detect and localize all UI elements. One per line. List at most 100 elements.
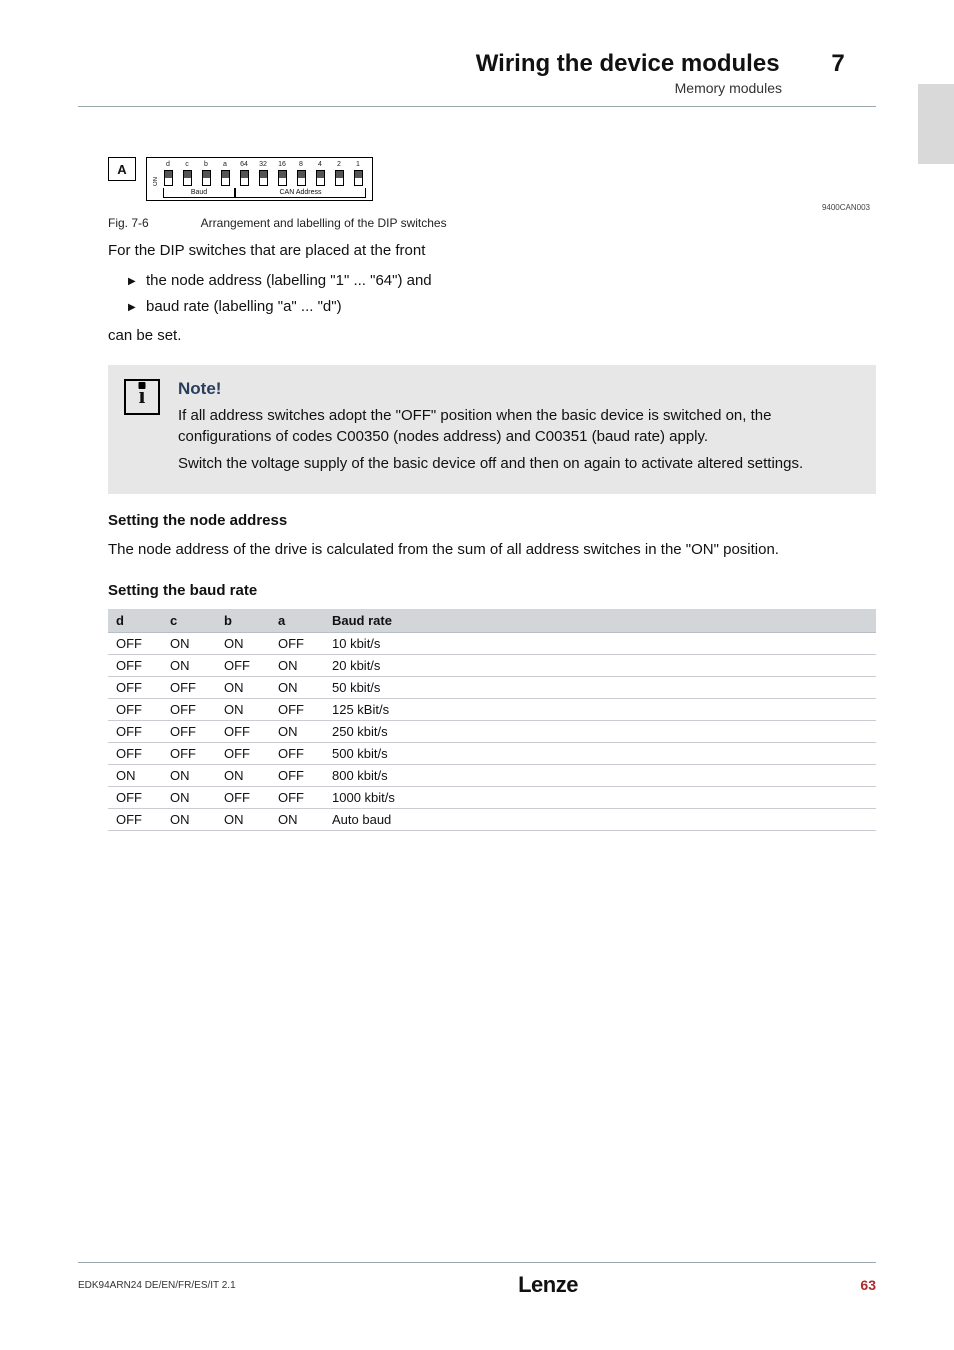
cell-a: ON [270, 809, 324, 831]
dip-switch-label: 1 [356, 161, 360, 170]
dip-switch-label: a [223, 161, 227, 170]
page-header: Wiring the device modules 7 Memory modul… [78, 0, 876, 96]
cell-d: OFF [108, 677, 162, 699]
cell-d: OFF [108, 633, 162, 655]
table-row: OFFOFFOFFOFF500 kbit/s [108, 743, 876, 765]
cell-rate: 50 kbit/s [324, 677, 876, 699]
figure-caption: Fig. 7-6 Arrangement and labelling of th… [108, 216, 876, 230]
dip-switch: 4 [313, 161, 327, 186]
dip-switch-diagram: ON d c b a 64 32 168 4 2 1 Baud CAN Address [146, 157, 373, 201]
dip-switch: 8 [294, 161, 308, 186]
cell-a: OFF [270, 633, 324, 655]
dip-switch-label: 4 [318, 161, 322, 170]
table-row: OFFONOFFON20 kbit/s [108, 655, 876, 677]
dip-figure: A ON d c b a 64 32 168 4 2 1 Baud CAN Address [108, 157, 876, 201]
cell-a: ON [270, 677, 324, 699]
note-paragraph-2: Switch the voltage supply of the basic d… [178, 453, 860, 474]
cell-rate: 20 kbit/s [324, 655, 876, 677]
dip-switch: b [199, 161, 213, 186]
dip-switch: 2 [332, 161, 346, 186]
table-row: OFFONONONAuto baud [108, 809, 876, 831]
cell-c: OFF [162, 743, 216, 765]
after-bullets-text: can be set. [108, 325, 876, 347]
cell-c: ON [162, 633, 216, 655]
cell-c: OFF [162, 677, 216, 699]
dip-switch-body [221, 170, 230, 186]
table-header-row: d c b a Baud rate [108, 609, 876, 633]
footer-page-num: 63 [860, 1277, 876, 1293]
dip-switch: c [180, 161, 194, 186]
dip-switch-body [164, 170, 173, 186]
dip-switch: 16 [275, 161, 289, 186]
cell-b: ON [216, 809, 270, 831]
cell-b: OFF [216, 743, 270, 765]
cell-c: OFF [162, 721, 216, 743]
dip-switch-body [335, 170, 344, 186]
figure-caption-text: Arrangement and labelling of the DIP swi… [201, 216, 447, 230]
baud-table: d c b a Baud rate OFFONONOFF10 kbit/sOFF… [108, 609, 876, 831]
cell-a: OFF [270, 699, 324, 721]
cell-c: ON [162, 787, 216, 809]
dip-switch: 32 [256, 161, 270, 186]
bullet-list: the node address (labelling "1" ... "64"… [108, 270, 876, 319]
cell-b: ON [216, 677, 270, 699]
cell-a: OFF [270, 787, 324, 809]
col-c: c [162, 609, 216, 633]
cell-b: OFF [216, 655, 270, 677]
dip-switch: a [218, 161, 232, 186]
cell-a: OFF [270, 765, 324, 787]
dip-switch-body [259, 170, 268, 186]
cell-c: OFF [162, 699, 216, 721]
side-tab [918, 84, 954, 164]
cell-a: OFF [270, 743, 324, 765]
col-a: a [270, 609, 324, 633]
dip-switch-body [202, 170, 211, 186]
cell-rate: 1000 kbit/s [324, 787, 876, 809]
header-title: Wiring the device modules [476, 50, 780, 78]
dip-group-addr: CAN Address [235, 188, 366, 198]
cell-a: ON [270, 655, 324, 677]
dip-switch: d [161, 161, 175, 186]
table-row: OFFONOFFOFF1000 kbit/s [108, 787, 876, 809]
dip-switch-label: 2 [337, 161, 341, 170]
footer-doc-id: EDK94ARN24 DE/EN/FR/ES/IT 2.1 [78, 1280, 236, 1291]
cell-c: ON [162, 765, 216, 787]
cell-a: ON [270, 721, 324, 743]
table-row: OFFOFFONOFF125 kBit/s [108, 699, 876, 721]
dip-switch-label: c [185, 161, 189, 170]
table-row: ONONONOFF800 kbit/s [108, 765, 876, 787]
table-row: OFFOFFONON50 kbit/s [108, 677, 876, 699]
cell-rate: 10 kbit/s [324, 633, 876, 655]
col-d: d [108, 609, 162, 633]
list-item: the node address (labelling "1" ... "64"… [128, 270, 876, 293]
dip-switch-body [240, 170, 249, 186]
cell-d: OFF [108, 743, 162, 765]
table-row: OFFONONOFF10 kbit/s [108, 633, 876, 655]
cell-d: OFF [108, 655, 162, 677]
dip-switch-label: 32 [259, 161, 267, 170]
cell-rate: 500 kbit/s [324, 743, 876, 765]
dip-group-baud: Baud [163, 188, 235, 198]
figure-box-a: A [108, 157, 136, 181]
cell-rate: 800 kbit/s [324, 765, 876, 787]
cell-d: OFF [108, 699, 162, 721]
cell-b: ON [216, 765, 270, 787]
figure-code: 9400CAN003 [108, 203, 876, 212]
dip-switch-body [183, 170, 192, 186]
cell-rate: 250 kbit/s [324, 721, 876, 743]
dip-switch-body [354, 170, 363, 186]
header-rule [78, 106, 876, 107]
section-heading-baud: Setting the baud rate [108, 582, 876, 599]
section-heading-address: Setting the node address [108, 512, 876, 529]
dip-on-label: ON [153, 170, 159, 186]
info-icon: ı [124, 379, 160, 415]
dip-switch: 64 [237, 161, 251, 186]
cell-rate: Auto baud [324, 809, 876, 831]
dip-switch-label: 64 [240, 161, 248, 170]
col-b: b [216, 609, 270, 633]
note-paragraph-1: If all address switches adopt the "OFF" … [178, 405, 860, 447]
dip-switch: 1 [351, 161, 365, 186]
cell-c: ON [162, 655, 216, 677]
table-row: OFFOFFOFFON250 kbit/s [108, 721, 876, 743]
cell-b: ON [216, 633, 270, 655]
